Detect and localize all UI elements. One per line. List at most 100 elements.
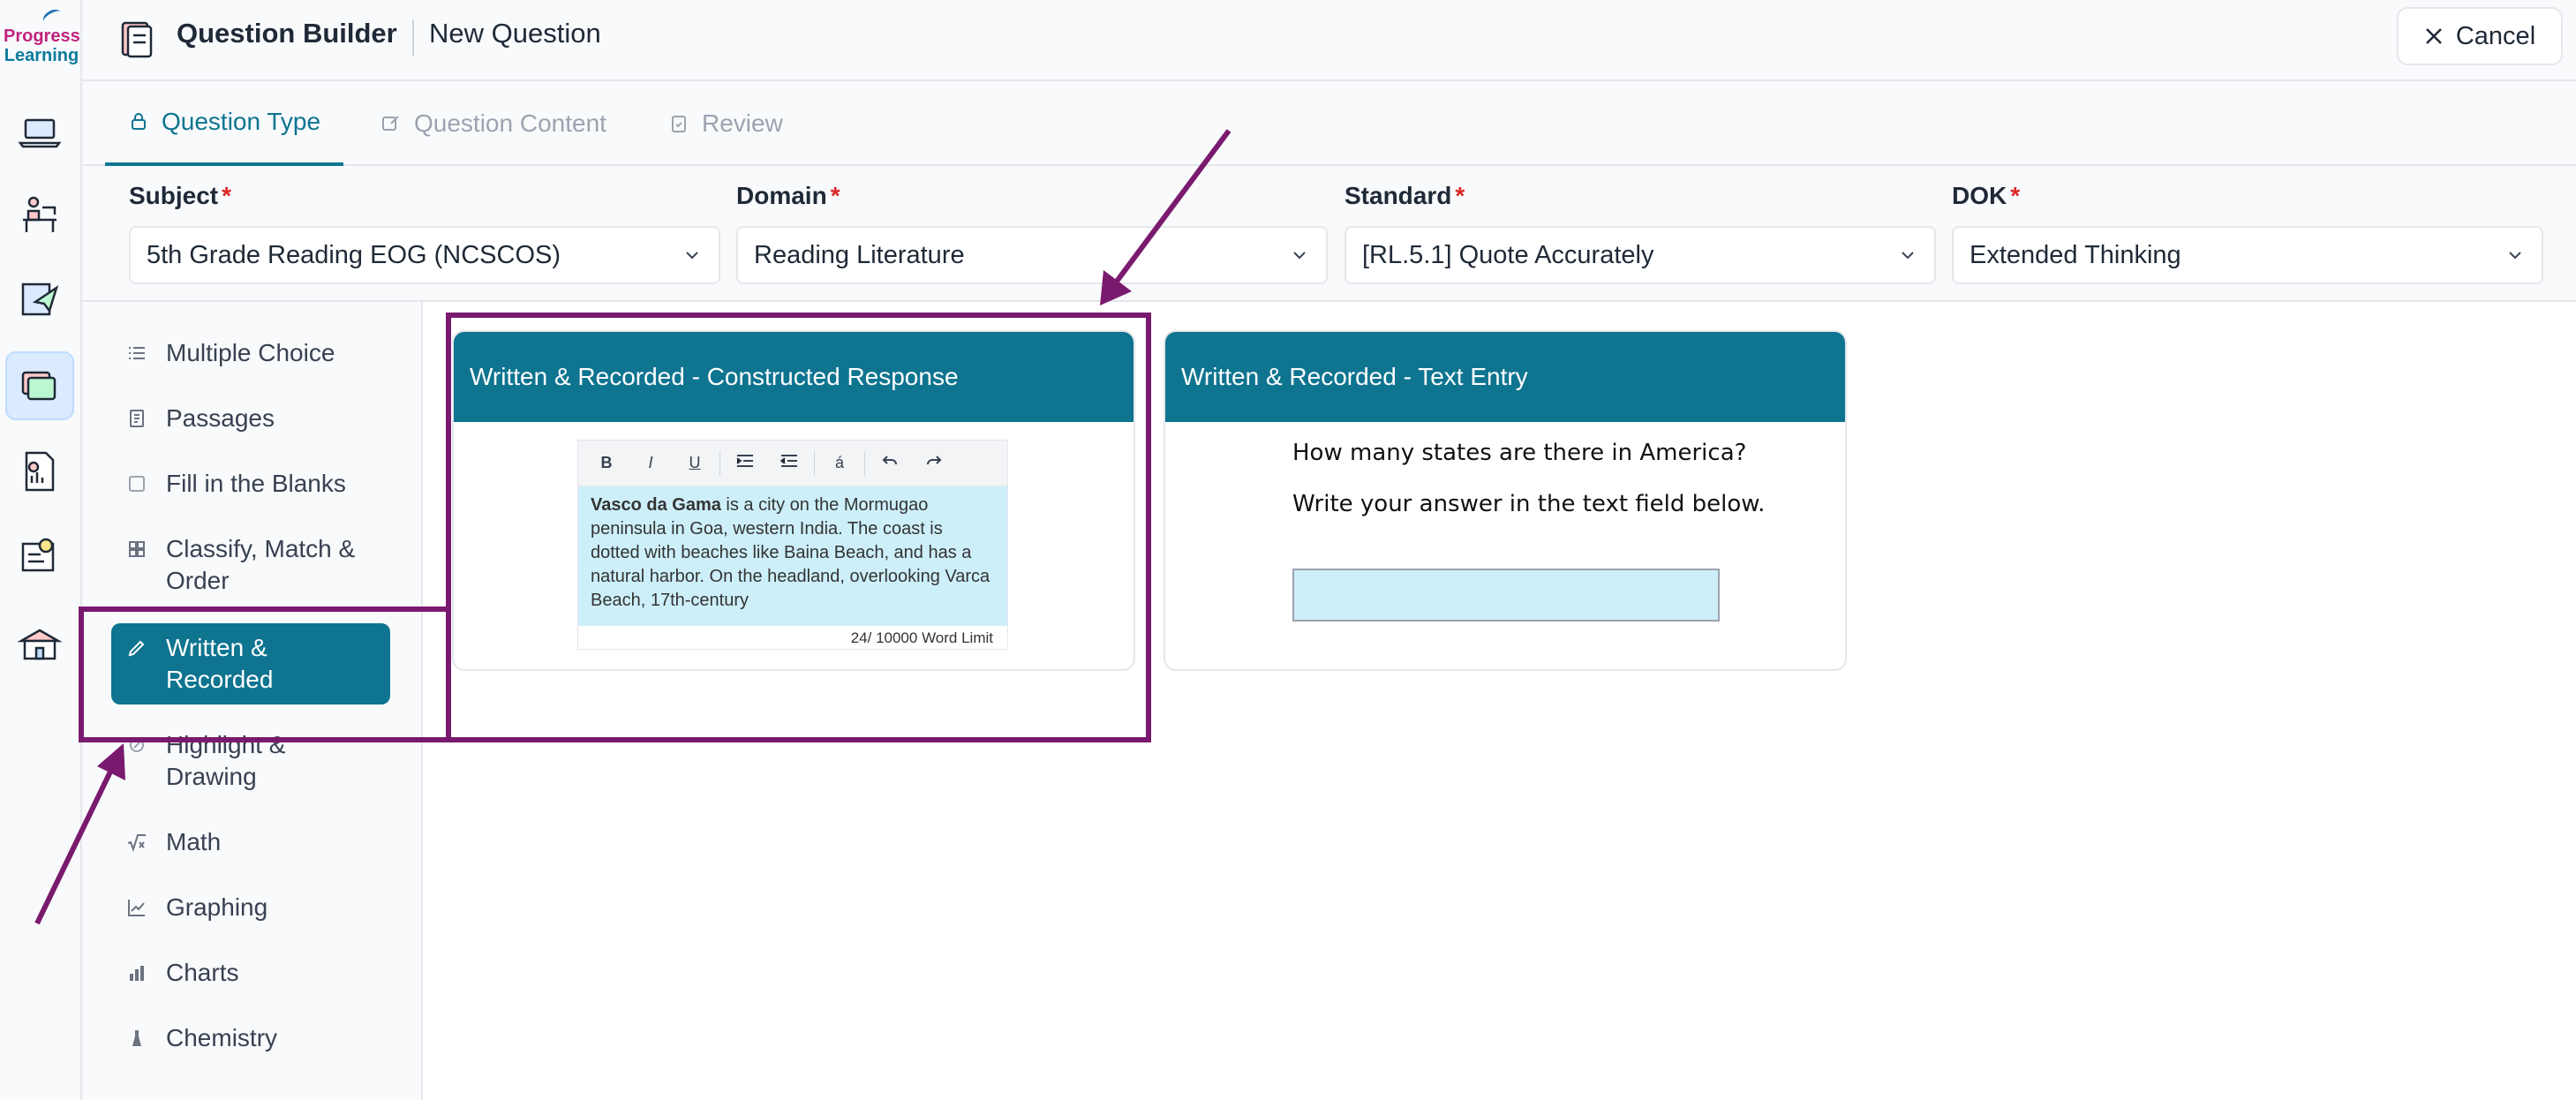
rich-text-editor-preview: B I U á Vasco da Gama is a city on the M… [577,440,1008,650]
type-chemistry[interactable]: Chemistry [111,1013,390,1063]
report-icon[interactable] [5,437,74,506]
type-label: Charts [166,959,239,986]
type-highlight-drawing[interactable]: Highlight & Drawing [111,720,390,802]
pencil-icon [125,632,148,664]
word-count: 24 [850,629,868,646]
domain-select[interactable]: Reading Literature [736,226,1328,284]
cancel-label: Cancel [2455,21,2536,50]
tab-review-label: Review [702,109,783,137]
lesson-idea-icon[interactable] [5,523,74,591]
redo-icon [915,454,953,472]
dok-value: Extended Thinking [1970,240,2181,269]
question-builder-icon [121,21,153,58]
type-label: Passages [166,404,275,432]
bar-chart-icon [125,957,148,989]
subject-select[interactable]: 5th Grade Reading EOG (NCSCOS) [129,226,720,284]
type-label: Written & Recorded [166,634,274,693]
outdent-icon [770,454,809,472]
type-label: Graphing [166,893,268,921]
type-graphing[interactable]: Graphing [111,883,390,932]
sample-answer-field [1292,569,1720,622]
standard-filter: Standard * [RL.5.1] Quote Accurately [1344,182,1936,284]
question-bank-icon[interactable] [5,351,74,420]
type-label: Highlight & Drawing [166,731,286,790]
type-written-recorded[interactable]: Written & Recorded [111,623,390,704]
subject-value: 5th Grade Reading EOG (NCSCOS) [147,240,561,269]
card-title: Written & Recorded - Constructed Respons… [454,332,1134,422]
editor-bold-text: Vasco da Gama [591,495,721,515]
toolbar-divider [719,450,720,476]
tab-question-content[interactable]: Question Content [358,81,629,166]
type-label: Fill in the Blanks [166,470,346,497]
edit-icon [382,116,399,131]
text-entry-card[interactable]: Written & Recorded - Text Entry How many… [1164,330,1847,671]
special-character-icon: á [834,454,844,471]
logo-swoosh [40,6,64,27]
type-classify-match-order[interactable]: Classify, Match & Order [111,524,390,606]
builder-tabs: Question Type Question Content Review [82,81,2576,166]
logo-line1: Progress [4,26,80,46]
card-title: Written & Recorded - Text Entry [1165,332,1845,422]
teacher-desk-icon[interactable] [5,181,74,250]
blank-square-icon [125,468,148,500]
type-label: Chemistry [166,1024,278,1051]
editor-toolbar: B I U á [578,441,1007,486]
required-mark: * [2010,182,2021,209]
required-mark: * [830,182,840,209]
school-icon[interactable] [5,609,74,678]
assignment-send-icon[interactable] [5,265,74,334]
list-icon [125,337,148,369]
sample-question: How many states are there in America? [1292,440,1747,466]
filter-bar: Subject * 5th Grade Reading EOG (NCSCOS) … [82,166,2576,302]
subject-filter: Subject * 5th Grade Reading EOG (NCSCOS) [129,182,720,284]
word-limit-counter: 24 / 10000 Word Limit [578,626,1007,651]
logo-line2: Learning [4,46,79,65]
cancel-button[interactable]: Cancel [2397,7,2563,65]
dok-filter: DOK * Extended Thinking [1952,182,2543,284]
tab-question-type[interactable]: Question Type [105,81,344,166]
domain-filter: Domain * Reading Literature [736,182,1328,284]
subject-label: Subject [129,182,219,209]
lock-icon [132,113,146,130]
line-chart-icon [125,892,148,923]
toolbar-divider [814,450,815,476]
indent-icon [726,454,765,472]
tab-review[interactable]: Review [645,81,806,166]
grid-icon [125,533,148,565]
word-limit: / 10000 Word Limit [867,629,993,646]
sqrt-icon [125,826,148,858]
tab-question-content-label: Question Content [414,109,606,137]
left-nav-rail: Progress Learning [0,0,82,1100]
clipboard-check-icon [672,116,686,132]
type-fill-in-the-blanks[interactable]: Fill in the Blanks [111,459,390,509]
chevron-down-icon [1902,252,1914,260]
bold-icon: B [600,454,613,471]
type-passages[interactable]: Passages [111,394,390,443]
highlight-icon [125,729,148,761]
standard-select[interactable]: [RL.5.1] Quote Accurately [1344,226,1936,284]
chevron-down-icon [686,252,698,260]
constructed-response-card[interactable]: Written & Recorded - Constructed Respons… [452,330,1135,671]
question-type-list: Multiple Choice Passages Fill in the Bla… [82,302,423,1100]
sample-instruction: Write your answer in the text field belo… [1292,491,1766,517]
type-multiple-choice[interactable]: Multiple Choice [111,328,390,378]
progress-learning-logo[interactable]: Progress Learning [4,6,80,65]
chevron-down-icon [2509,252,2521,260]
underline-icon: U [689,454,701,471]
type-charts[interactable]: Charts [111,948,390,998]
editor-content: Vasco da Gama is a city on the Mormugao … [578,486,1007,626]
undo-icon [870,454,909,472]
type-math[interactable]: Math [111,817,390,867]
laptop-icon[interactable] [5,97,74,166]
chevron-down-icon [1293,252,1306,260]
header-bar: Question Builder New Question Cancel [82,0,2576,81]
toolbar-divider [864,450,865,476]
domain-value: Reading Literature [754,240,965,269]
required-mark: * [1455,182,1465,209]
page-subtitle: New Question [429,18,601,49]
required-mark: * [222,182,232,209]
close-icon [2425,28,2442,44]
tab-question-type-label: Question Type [162,108,321,135]
dok-select[interactable]: Extended Thinking [1952,226,2543,284]
dok-label: DOK [1952,182,2007,209]
